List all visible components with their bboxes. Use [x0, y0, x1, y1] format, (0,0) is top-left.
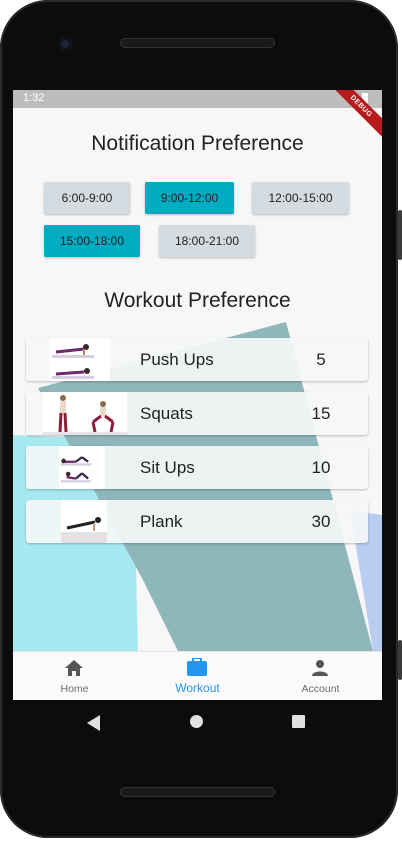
front-camera: [58, 37, 72, 51]
person-icon: [312, 660, 328, 676]
time-slot-chip[interactable]: 18:00-21:00: [159, 225, 255, 257]
time-slot-chip[interactable]: 6:00-9:00: [44, 182, 130, 214]
back-icon[interactable]: [87, 715, 100, 731]
workout-row-squats[interactable]: Squats 15: [26, 392, 368, 435]
earpiece-speaker: [120, 38, 275, 48]
exercise-name: Plank: [140, 512, 183, 531]
squats-illustration: [43, 392, 127, 435]
power-button: [398, 210, 402, 260]
nav-home-label: Home: [60, 683, 89, 695]
nav-account-label: Account: [301, 683, 340, 695]
nav-account[interactable]: Account: [259, 652, 382, 700]
bottom-navigation: Home Workout Account: [13, 651, 382, 700]
time-slot-chip[interactable]: 15:00-18:00: [44, 225, 140, 257]
app-screen: 1:32 DEBUG Notification Preference 6:00-…: [13, 90, 382, 700]
bottom-speaker: [120, 787, 275, 797]
briefcase-icon: [187, 658, 207, 676]
nav-workout-label: Workout: [175, 681, 220, 695]
exercise-name: Push Ups: [140, 350, 214, 369]
phone-frame: 1:32 DEBUG Notification Preference 6:00-…: [0, 0, 402, 838]
status-time: 1:32: [23, 92, 45, 104]
sit-ups-illustration: [59, 446, 105, 489]
exercise-count: 30: [311, 512, 331, 531]
exercise-count: 10: [311, 458, 331, 477]
status-bar: 1:32 DEBUG: [13, 90, 382, 142]
workout-title: Workout Preference: [104, 289, 291, 312]
home-circle-icon[interactable]: [190, 715, 203, 728]
nav-home[interactable]: Home: [13, 652, 136, 700]
workout-row-push-ups[interactable]: Push Ups 5: [26, 338, 368, 381]
time-slot-chip[interactable]: 12:00-15:00: [252, 182, 349, 214]
workout-row-plank[interactable]: Plank 30: [26, 500, 368, 543]
home-icon: [65, 660, 83, 676]
plank-illustration: [61, 500, 107, 543]
volume-button: [398, 640, 402, 680]
exercise-name: Squats: [140, 404, 193, 423]
exercise-count: 5: [316, 350, 326, 369]
system-navigation-bar: [13, 700, 382, 744]
push-ups-illustration: [50, 338, 110, 381]
exercise-count: 15: [311, 404, 331, 423]
recents-icon[interactable]: [292, 715, 305, 728]
workout-row-sit-ups[interactable]: Sit Ups 10: [26, 446, 368, 489]
exercise-name: Sit Ups: [140, 458, 195, 477]
time-slot-chip[interactable]: 9:00-12:00: [145, 182, 234, 214]
notification-title: Notification Preference: [91, 132, 304, 155]
nav-workout[interactable]: Workout: [136, 652, 259, 700]
